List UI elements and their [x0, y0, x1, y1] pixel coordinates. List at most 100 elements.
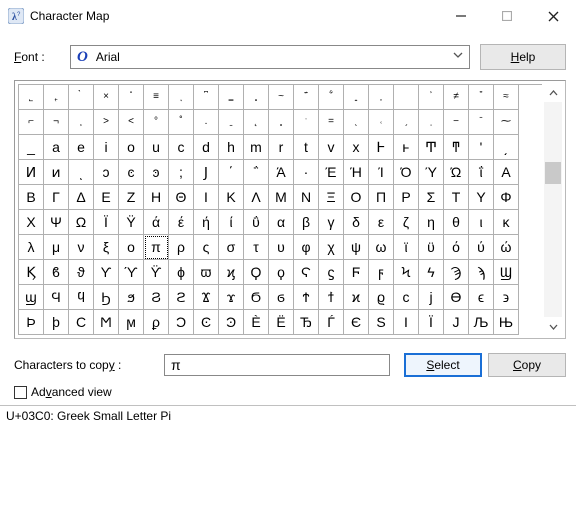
grid-cell[interactable]: Ϥ: [44, 285, 69, 310]
grid-cell[interactable]: t: [294, 135, 319, 160]
grid-cell[interactable]: Ѓ: [319, 310, 344, 335]
grid-cell[interactable]: δ: [344, 210, 369, 235]
grid-cell[interactable]: Ώ: [444, 160, 469, 185]
grid-cell[interactable]: ͅ: [169, 85, 194, 110]
grid-cell[interactable]: ·: [294, 160, 319, 185]
grid-cell[interactable]: ψ: [344, 235, 369, 260]
copy-button[interactable]: Copy: [488, 353, 566, 377]
grid-cell[interactable]: Χ: [19, 210, 44, 235]
grid-cell[interactable]: ͱ: [394, 135, 419, 160]
grid-cell[interactable]: Ђ: [294, 310, 319, 335]
grid-cell[interactable]: Ͱ: [369, 135, 394, 160]
grid-cell[interactable]: ˚: [169, 110, 194, 135]
grid-cell[interactable]: υ: [269, 235, 294, 260]
grid-cell[interactable]: ϵ: [469, 285, 494, 310]
grid-cell[interactable]: γ: [319, 210, 344, 235]
grid-cell[interactable]: ή: [194, 210, 219, 235]
grid-cell[interactable]: ϭ: [269, 285, 294, 310]
grid-cell[interactable]: Ϋ: [119, 210, 144, 235]
grid-cell[interactable]: φ: [294, 235, 319, 260]
grid-cell[interactable]: π: [144, 235, 169, 260]
grid-cell[interactable]: ~: [269, 85, 294, 110]
grid-cell[interactable]: ΄: [219, 160, 244, 185]
grid-cell[interactable]: ͷ: [44, 160, 69, 185]
grid-cell[interactable]: Ϊ: [94, 210, 119, 235]
grid-cell[interactable]: ο: [119, 235, 144, 260]
grid-cell[interactable]: ≈: [494, 85, 519, 110]
grid-cell[interactable]: ϧ: [119, 285, 144, 310]
grid-cell[interactable]: ε: [369, 210, 394, 235]
grid-cell[interactable]: Ѕ: [369, 310, 394, 335]
grid-cell[interactable]: Њ: [494, 310, 519, 335]
grid-cell[interactable]: ϊ: [394, 235, 419, 260]
grid-cell[interactable]: ϛ: [319, 260, 344, 285]
grid-cell[interactable]: Ј: [444, 310, 469, 335]
grid-cell[interactable]: ͈: [244, 85, 269, 110]
grid-cell[interactable]: ˾: [19, 85, 44, 110]
grid-cell[interactable]: ϔ: [144, 260, 169, 285]
font-dropdown[interactable]: O Arial: [70, 45, 470, 69]
grid-cell[interactable]: °: [144, 110, 169, 135]
grid-cell[interactable]: ς: [194, 235, 219, 260]
grid-cell[interactable]: ϴ: [444, 285, 469, 310]
grid-cell[interactable]: Ϩ: [144, 285, 169, 310]
grid-cell[interactable]: ϱ: [369, 285, 394, 310]
grid-cell[interactable]: Η: [144, 185, 169, 210]
scroll-up-button[interactable]: [544, 84, 562, 102]
grid-cell[interactable]: Ϙ: [244, 260, 269, 285]
grid-cell[interactable]: ϐ: [44, 260, 69, 285]
grid-cell[interactable]: ≡: [144, 85, 169, 110]
grid-cell[interactable]: ί: [219, 210, 244, 235]
grid-cell[interactable]: ύ: [469, 235, 494, 260]
grid-cell[interactable]: ;: [169, 160, 194, 185]
grid-cell[interactable]: _: [19, 135, 44, 160]
grid-cell[interactable]: ͊: [294, 85, 319, 110]
grid-cell[interactable]: Θ: [169, 185, 194, 210]
grid-cell[interactable]: ΐ: [469, 160, 494, 185]
grid-cell[interactable]: Γ: [44, 185, 69, 210]
grid-cell[interactable]: i: [94, 135, 119, 160]
grid-cell[interactable]: ⁓: [494, 110, 519, 135]
grid-cell[interactable]: Ή: [344, 160, 369, 185]
grid-cell[interactable]: ̀: [69, 85, 94, 110]
grid-cell[interactable]: h: [219, 135, 244, 160]
grid-cell[interactable]: Ύ: [419, 160, 444, 185]
grid-cell[interactable]: ˉ: [469, 110, 494, 135]
grid-cell[interactable]: ϡ: [469, 260, 494, 285]
grid-cell[interactable]: Ω: [69, 210, 94, 235]
grid-cell[interactable]: Ϫ: [194, 285, 219, 310]
grid-cell[interactable]: σ: [219, 235, 244, 260]
grid-cell[interactable]: Ξ: [319, 185, 344, 210]
grid-cell[interactable]: Ο: [344, 185, 369, 210]
grid-cell[interactable]: ͏: [394, 85, 419, 110]
grid-cell[interactable]: ˌ: [419, 110, 444, 135]
grid-cell[interactable]: ˿: [44, 85, 69, 110]
grid-cell[interactable]: Ν: [294, 185, 319, 210]
grid-cell[interactable]: ρ: [169, 235, 194, 260]
grid-cell[interactable]: Ї: [419, 310, 444, 335]
grid-cell[interactable]: ξ: [94, 235, 119, 260]
grid-cell[interactable]: μ: [44, 235, 69, 260]
grid-cell[interactable]: χ: [319, 235, 344, 260]
grid-cell[interactable]: Β: [19, 185, 44, 210]
grid-cell[interactable]: Ϝ: [344, 260, 369, 285]
grid-cell[interactable]: ͵: [494, 135, 519, 160]
grid-cell[interactable]: ˎ: [344, 110, 369, 135]
grid-cell[interactable]: ϳ: [419, 285, 444, 310]
grid-cell[interactable]: −: [444, 110, 469, 135]
grid-cell[interactable]: ϫ: [219, 285, 244, 310]
grid-cell[interactable]: ζ: [394, 210, 419, 235]
grid-cell[interactable]: Ͻ: [169, 310, 194, 335]
grid-cell[interactable]: ͎: [369, 85, 394, 110]
grid-cell[interactable]: u: [144, 135, 169, 160]
grid-cell[interactable]: Έ: [319, 160, 344, 185]
grid-cell[interactable]: Φ: [494, 185, 519, 210]
grid-cell[interactable]: ϋ: [419, 235, 444, 260]
grid-cell[interactable]: η: [419, 210, 444, 235]
grid-cell[interactable]: ϓ: [119, 260, 144, 285]
select-button[interactable]: Select: [404, 353, 482, 377]
grid-cell[interactable]: Є: [344, 310, 369, 335]
grid-cell[interactable]: Π: [369, 185, 394, 210]
grid-cell[interactable]: ϟ: [419, 260, 444, 285]
grid-cell[interactable]: Ϡ: [444, 260, 469, 285]
